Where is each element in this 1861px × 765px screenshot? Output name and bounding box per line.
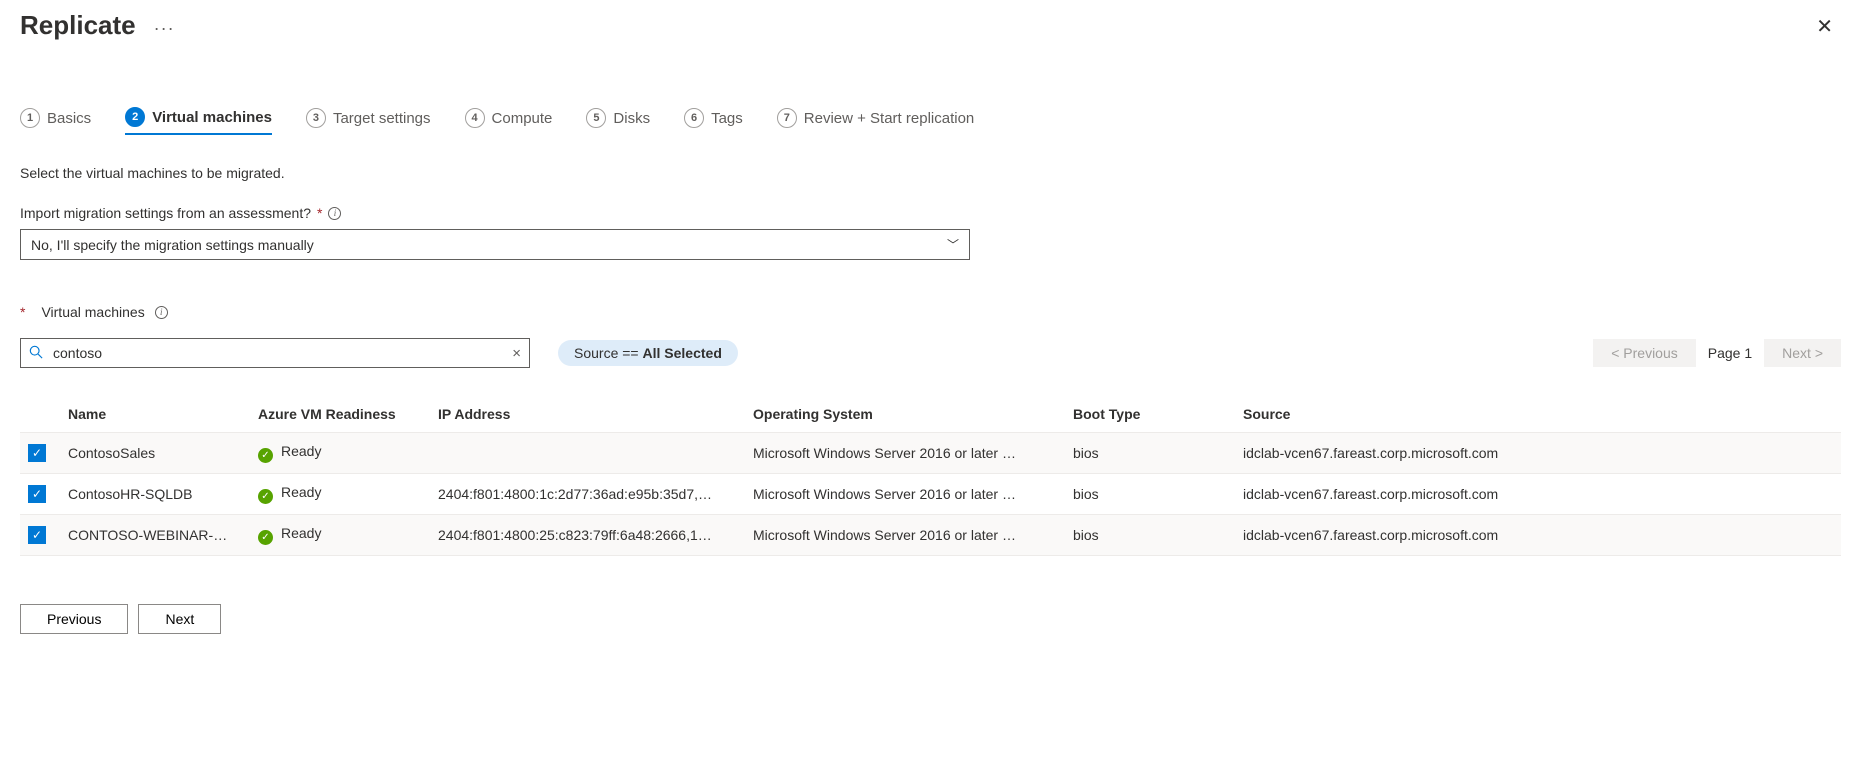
tab-label: Compute (492, 110, 553, 127)
page-indicator: Page 1 (1708, 345, 1752, 361)
wizard-tabs: 1 Basics 2 Virtual machines 3 Target set… (20, 107, 1841, 135)
tab-virtual-machines[interactable]: 2 Virtual machines (125, 107, 272, 135)
tab-label: Basics (47, 110, 91, 127)
cell-name: ContosoSales (60, 433, 250, 474)
import-settings-select[interactable]: No, I'll specify the migration settings … (20, 229, 970, 260)
step-number: 5 (586, 108, 606, 128)
step-number: 6 (684, 108, 704, 128)
cell-name: CONTOSO-WEBINAR-… (60, 515, 250, 556)
required-indicator: * (317, 205, 322, 221)
close-icon[interactable]: ✕ (1808, 10, 1841, 43)
select-value: No, I'll specify the migration settings … (31, 237, 314, 253)
import-settings-label: Import migration settings from an assess… (20, 205, 1841, 221)
cell-source: idclab-vcen67.fareast.corp.microsoft.com (1235, 433, 1841, 474)
previous-page-button[interactable]: < Previous (1593, 339, 1696, 367)
col-header-source[interactable]: Source (1235, 396, 1841, 433)
tab-disks[interactable]: 5 Disks (586, 107, 650, 135)
tab-label: Tags (711, 110, 743, 127)
section-description: Select the virtual machines to be migrat… (20, 165, 1841, 181)
tab-label: Review + Start replication (804, 110, 975, 127)
virtual-machines-label: * Virtual machines i (20, 304, 1841, 320)
col-header-ip[interactable]: IP Address (430, 396, 745, 433)
cell-ip: 2404:f801:4800:1c:2d77:36ad:e95b:35d7,… (430, 474, 745, 515)
step-number: 1 (20, 108, 40, 128)
cell-ip (430, 433, 745, 474)
vm-search-input[interactable] (51, 344, 504, 362)
info-icon[interactable]: i (155, 306, 168, 319)
step-number: 2 (125, 107, 145, 127)
tab-tags[interactable]: 6 Tags (684, 107, 743, 135)
cell-ip: 2404:f801:4800:25:c823:79ff:6a48:2666,1… (430, 515, 745, 556)
cell-source: idclab-vcen67.fareast.corp.microsoft.com (1235, 474, 1841, 515)
required-indicator: * (20, 304, 25, 320)
cell-readiness: ✓Ready (250, 515, 430, 556)
row-checkbox[interactable]: ✓ (28, 526, 46, 544)
page-title: Replicate (20, 10, 136, 41)
tab-label: Disks (613, 110, 650, 127)
tab-compute[interactable]: 4 Compute (465, 107, 553, 135)
source-filter-pill[interactable]: Source == All Selected (558, 340, 738, 366)
filter-prefix: Source == (574, 345, 643, 361)
ready-check-icon: ✓ (258, 530, 273, 545)
tab-basics[interactable]: 1 Basics (20, 107, 91, 135)
cell-source: idclab-vcen67.fareast.corp.microsoft.com (1235, 515, 1841, 556)
cell-os: Microsoft Windows Server 2016 or later … (745, 433, 1065, 474)
tab-target-settings[interactable]: 3 Target settings (306, 107, 431, 135)
ready-check-icon: ✓ (258, 448, 273, 463)
more-actions-icon[interactable]: ··· (154, 18, 175, 39)
col-header-os[interactable]: Operating System (745, 396, 1065, 433)
vm-search-box[interactable]: × (20, 338, 530, 368)
cell-name: ContosoHR-SQLDB (60, 474, 250, 515)
virtual-machines-table: Name Azure VM Readiness IP Address Opera… (20, 396, 1841, 556)
next-button[interactable]: Next (138, 604, 221, 634)
cell-os: Microsoft Windows Server 2016 or later … (745, 515, 1065, 556)
pagination: < Previous Page 1 Next > (1593, 339, 1841, 367)
next-page-button[interactable]: Next > (1764, 339, 1841, 367)
cell-boot: bios (1065, 474, 1235, 515)
search-icon (29, 345, 43, 362)
filter-value: All Selected (643, 345, 722, 361)
row-checkbox[interactable]: ✓ (28, 444, 46, 462)
cell-os: Microsoft Windows Server 2016 or later … (745, 474, 1065, 515)
cell-boot: bios (1065, 515, 1235, 556)
step-number: 4 (465, 108, 485, 128)
previous-button[interactable]: Previous (20, 604, 128, 634)
row-checkbox[interactable]: ✓ (28, 485, 46, 503)
step-number: 3 (306, 108, 326, 128)
col-header-boot[interactable]: Boot Type (1065, 396, 1235, 433)
ready-check-icon: ✓ (258, 489, 273, 504)
tab-label: Virtual machines (152, 109, 272, 126)
chevron-down-icon: ﹀ (947, 236, 959, 253)
col-header-name[interactable]: Name (60, 396, 250, 433)
cell-readiness: ✓Ready (250, 433, 430, 474)
info-icon[interactable]: i (328, 207, 341, 220)
table-row[interactable]: ✓ ContosoSales ✓Ready Microsoft Windows … (20, 433, 1841, 474)
tab-label: Target settings (333, 110, 431, 127)
wizard-footer: Previous Next (20, 604, 1841, 634)
cell-readiness: ✓Ready (250, 474, 430, 515)
clear-search-icon[interactable]: × (512, 345, 521, 362)
col-header-readiness[interactable]: Azure VM Readiness (250, 396, 430, 433)
tab-review-start[interactable]: 7 Review + Start replication (777, 107, 975, 135)
step-number: 7 (777, 108, 797, 128)
table-row[interactable]: ✓ ContosoHR-SQLDB ✓Ready 2404:f801:4800:… (20, 474, 1841, 515)
table-row[interactable]: ✓ CONTOSO-WEBINAR-… ✓Ready 2404:f801:480… (20, 515, 1841, 556)
cell-boot: bios (1065, 433, 1235, 474)
